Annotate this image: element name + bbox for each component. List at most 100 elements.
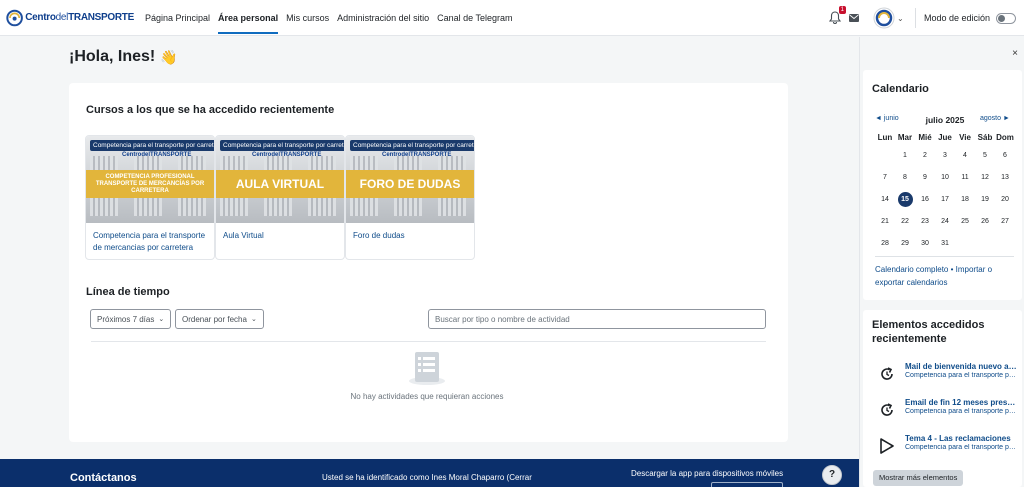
chevron-down-icon: ⌄	[250, 316, 257, 323]
recent-item[interactable]: Tema 4 - Las reclamaciones Competencia p…	[875, 434, 1020, 462]
empty-activities-text: No hay actividades que requieran accione…	[350, 392, 504, 401]
full-calendar-link[interactable]: Calendario completo	[875, 265, 948, 274]
calendar-day[interactable]: 21	[875, 218, 895, 225]
calendar-day-number: 12	[981, 173, 989, 181]
user-avatar[interactable]	[873, 7, 895, 29]
course-card[interactable]: CentrodelTRANSPORTE COMPETENCIA PROFESIO…	[85, 135, 215, 260]
calendar-day[interactable]: 29	[895, 240, 915, 247]
calendar-day-number: 19	[981, 195, 989, 203]
nav-link-telegram[interactable]: Canal de Telegram	[437, 2, 512, 34]
recent-item[interactable]: Email de fin 12 meses presencial Compete…	[875, 398, 1020, 426]
calendar-day[interactable]: 2	[915, 152, 935, 159]
calendar-day-number: 27	[1001, 217, 1009, 225]
greeting-text: ¡Hola, Ines!	[69, 48, 156, 65]
refresh-icon	[881, 403, 893, 416]
calendar-day-number: 5	[983, 151, 987, 159]
course-card[interactable]: CentrodelTRANSPORTE AULA VIRTUAL Compete…	[215, 135, 345, 260]
calendar-day[interactable]: 31	[935, 240, 955, 247]
calendar-day-today[interactable]: 15	[895, 191, 915, 207]
calendar-day[interactable]: 8	[895, 174, 915, 181]
calendar-day[interactable]: 1	[895, 152, 915, 159]
calendar-day-number: 7	[883, 173, 887, 181]
calendar-day[interactable]: 14	[875, 196, 895, 203]
calendar-day[interactable]: 26	[975, 218, 995, 225]
calendar-day[interactable]: 20	[995, 196, 1015, 203]
timeline-title: Línea de tiempo	[86, 286, 170, 298]
calendar-day-number: 18	[961, 195, 969, 203]
waving-hand-icon: 👋	[160, 48, 178, 65]
nav-link-my-courses[interactable]: Mis cursos	[286, 2, 329, 34]
course-card[interactable]: CentrodelTRANSPORTE FORO DE DUDAS Compet…	[345, 135, 475, 260]
close-icon[interactable]: ×	[1012, 48, 1018, 59]
link-separator: •	[948, 265, 956, 274]
calendar-next-month-link[interactable]: agosto ►	[980, 115, 1010, 122]
user-menu-chevron-icon[interactable]: ⌄	[897, 14, 905, 23]
show-more-items-button[interactable]: Mostrar más elementos	[873, 470, 964, 486]
calendar-day[interactable]: 5	[975, 152, 995, 159]
calendar-day[interactable]: 28	[875, 240, 895, 247]
notifications-button[interactable]: 1	[828, 6, 846, 25]
course-image-brand: CentrodelTRANSPORTE	[122, 152, 192, 158]
calendar-month-label: julio 2025	[925, 115, 965, 125]
recent-item[interactable]: Mail de bienvenida nuevo alumno Competen…	[875, 362, 1020, 390]
nav-link-dashboard[interactable]: Área personal	[218, 2, 279, 34]
calendar-day[interactable]: 10	[935, 174, 955, 181]
calendar-prev-month-link[interactable]: ◄ junio	[875, 115, 899, 122]
calendar-day[interactable]: 22	[895, 218, 915, 225]
site-logo[interactable]: CentrodelTRANSPORTE	[6, 3, 134, 33]
calendar-day[interactable]: 9	[915, 174, 935, 181]
calendar-day[interactable]: 25	[955, 218, 975, 225]
nav-link-home[interactable]: Página Principal	[145, 2, 210, 34]
calendar-weeks: 1 2 3 4 5 6 7 8 9 10 11 12 13 14 15 16 17 18 19 20 21 22 23 24 2…	[875, 144, 1015, 254]
timeline-search-input[interactable]: Buscar por tipo o nombre de actividad	[428, 309, 766, 329]
course-image-brand: CentrodelTRANSPORTE	[382, 152, 452, 158]
timeline-divider	[91, 341, 766, 342]
chevron-down-icon: ⌄	[158, 316, 165, 323]
calendar-week-row: 14 15 16 17 18 19 20	[875, 188, 1015, 210]
calendar-day[interactable]: 27	[995, 218, 1015, 225]
calendar-day[interactable]: 23	[915, 218, 935, 225]
calendar-weekday: Mié	[918, 133, 932, 142]
calendar-day[interactable]: 6	[995, 152, 1015, 159]
calendar-weekday: Jue	[938, 133, 952, 142]
calendar-day[interactable]: 3	[935, 152, 955, 159]
calendar-day[interactable]: 19	[975, 196, 995, 203]
messages-button[interactable]	[848, 11, 863, 25]
refresh-icon	[881, 367, 893, 380]
calendar-weekday: Dom	[996, 133, 1014, 142]
app-store-badge[interactable]	[711, 482, 783, 487]
calendar-day[interactable]: 12	[975, 174, 995, 181]
calendar-day[interactable]: 30	[915, 240, 935, 247]
calendar-day[interactable]: 4	[955, 152, 975, 159]
calendar-weekday: Lun	[877, 133, 893, 142]
calendar-day[interactable]: 11	[955, 174, 975, 181]
recent-item-course: Competencia para el transporte por carre…	[905, 444, 1018, 451]
calendar-weekday: Mar	[897, 133, 913, 142]
calendar-day-number: 11	[961, 173, 969, 181]
calendar-day[interactable]: 18	[955, 196, 975, 203]
calendar-day[interactable]: 17	[935, 196, 955, 203]
timeline-date-filter[interactable]: Próximos 7 días ⌄	[90, 309, 172, 329]
course-name-link[interactable]: Competencia para el transporte de mercan…	[93, 230, 211, 254]
calendar-day-number: 28	[881, 239, 889, 247]
course-name-link[interactable]: Aula Virtual	[223, 230, 341, 242]
course-name-link[interactable]: Foro de dudas	[353, 230, 471, 242]
calendar-block: Calendario ◄ junio julio 2025 agosto ► L…	[863, 70, 1022, 300]
calendar-day[interactable]: 24	[935, 218, 955, 225]
calendar-day[interactable]: 7	[875, 174, 895, 181]
calendar-day-number: 1	[903, 151, 907, 159]
timeline-sort-select[interactable]: Ordenar por fecha ⌄	[175, 309, 264, 329]
calendar-day[interactable]: 16	[915, 196, 935, 203]
page-title: ¡Hola, Ines! 👋	[69, 48, 178, 66]
recent-item-title: Email de fin 12 meses presencial	[905, 398, 1018, 407]
user-controls: 1 ⌄ Modo de edición	[828, 0, 1024, 36]
calendar-grid: Lun Mar Mié Jue Vie Sáb Dom 1 2 3 4 5 6 7 8 9 10 1…	[875, 131, 1015, 254]
help-button[interactable]: ?	[822, 465, 842, 485]
recent-items-block: Elementos accedidos recientemente Mail d…	[863, 310, 1022, 487]
calendar-day-number: 26	[981, 217, 989, 225]
calendar-day[interactable]: 13	[995, 174, 1015, 181]
calendar-weekday-row: Lun Mar Mié Jue Vie Sáb Dom	[875, 131, 1015, 144]
calendar-week-row: 21 22 23 24 25 26 27	[875, 210, 1015, 232]
edit-mode-toggle[interactable]	[996, 12, 1016, 24]
nav-link-site-admin[interactable]: Administración del sitio	[337, 2, 429, 34]
